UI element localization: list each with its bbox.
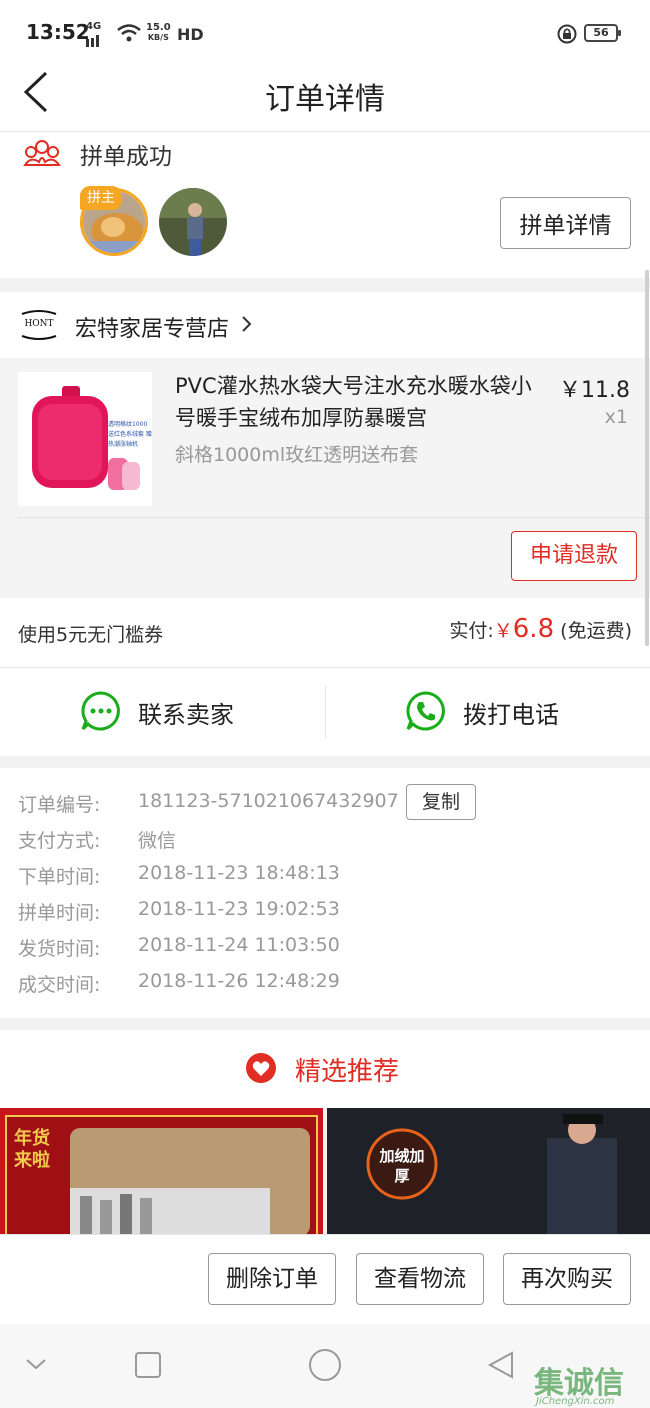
- hd-indicator: HD: [177, 25, 204, 44]
- heart-icon: [246, 1053, 276, 1083]
- ship-time-value: 2018-11-24 11:03:50: [138, 934, 340, 956]
- product-title[interactable]: PVC灌水热水袋大号注水充水暖水袋小号暖手宝绒布加厚防暴暖宫: [175, 370, 545, 434]
- group-time-value: 2018-11-23 19:02:53: [138, 898, 340, 920]
- recommend-item-1[interactable]: 年货来啦: [0, 1108, 323, 1236]
- payment-method-label: 支付方式:: [18, 830, 101, 852]
- currency-symbol: ￥: [493, 620, 513, 642]
- paid-amount: 实付:￥6.8 (免运费): [449, 614, 632, 644]
- product-spec: 斜格1000ml玫红透明送布套: [175, 444, 419, 466]
- recommend-title: 精选推荐: [295, 1057, 400, 1087]
- product-image[interactable]: 透明格纹1000 送红色系绒套 赠热潮涨轴机: [18, 372, 152, 506]
- wifi-icon: [117, 24, 141, 42]
- shop-logo-text: HONT: [24, 319, 54, 329]
- lock-rotation-icon: [557, 24, 577, 44]
- network-speed: 15.0 KB/S: [146, 23, 171, 43]
- shop-name[interactable]: 宏特家居专营店: [75, 311, 229, 343]
- host-badge: 拼主: [80, 186, 122, 210]
- group-status: 拼单成功: [80, 144, 172, 170]
- page-title: 订单详情: [265, 82, 385, 117]
- order-number-value: 181123-571021067432907: [138, 790, 399, 812]
- chat-icon: [81, 691, 120, 731]
- recent-apps-icon[interactable]: [134, 1351, 162, 1379]
- battery-indicator: 56: [584, 24, 621, 42]
- order-time-value: 2018-11-23 18:48:13: [138, 862, 340, 884]
- chevron-right-icon: [242, 316, 252, 332]
- group-time-label: 拼单时间:: [18, 902, 101, 924]
- copy-button[interactable]: 复制: [406, 784, 476, 820]
- ship-time-label: 发货时间:: [18, 938, 101, 960]
- deal-time-label: 成交时间:: [18, 974, 101, 996]
- paid-value: 6.8: [512, 614, 555, 644]
- order-time-label: 下单时间:: [18, 866, 101, 888]
- phone-icon: [406, 691, 445, 731]
- chevron-down-icon[interactable]: [24, 1356, 48, 1372]
- delete-order-button[interactable]: 删除订单: [208, 1253, 336, 1305]
- refund-button[interactable]: 申请退款: [511, 531, 637, 581]
- home-icon[interactable]: [308, 1348, 342, 1382]
- status-time: 13:52: [26, 20, 90, 44]
- product-quantity: x1: [604, 406, 628, 428]
- scrollbar[interactable]: [645, 270, 649, 646]
- buy-again-button[interactable]: 再次购买: [503, 1253, 631, 1305]
- watermark-url: JiChengXin.com: [536, 1396, 615, 1407]
- coupon-info: 使用5元无门槛券: [18, 624, 164, 646]
- speed-value: 15.0: [146, 22, 171, 33]
- paid-label: 实付:: [449, 620, 494, 642]
- contact-seller-label: 联系卖家: [138, 701, 234, 729]
- product-price: ￥11.8: [559, 378, 630, 403]
- view-logistics-button[interactable]: 查看物流: [356, 1253, 484, 1305]
- recommend-banner-text: 加绒加厚: [379, 1147, 425, 1185]
- speed-unit: KB/S: [147, 33, 169, 42]
- deal-time-value: 2018-11-26 12:48:29: [138, 970, 340, 992]
- call-phone-label: 拨打电话: [463, 701, 559, 729]
- back-nav-icon[interactable]: [486, 1350, 516, 1380]
- divider: [18, 517, 650, 518]
- recommend-item-2[interactable]: 加绒加厚: [327, 1108, 650, 1236]
- divider: [325, 686, 326, 738]
- recommend-banner-text: 年货来啦: [14, 1128, 50, 1171]
- group-icon: [23, 140, 61, 166]
- shop-logo: HONT: [20, 306, 58, 344]
- payment-method-value: 微信: [138, 830, 177, 852]
- shipping-note: (免运费): [560, 620, 632, 642]
- group-detail-button[interactable]: 拼单详情: [500, 197, 631, 249]
- avatar-member[interactable]: [159, 188, 227, 256]
- product-image-caption: 透明格纹1000 送红色系绒套 赠热潮涨轴机: [108, 421, 152, 448]
- order-number-label: 订单编号:: [18, 794, 101, 816]
